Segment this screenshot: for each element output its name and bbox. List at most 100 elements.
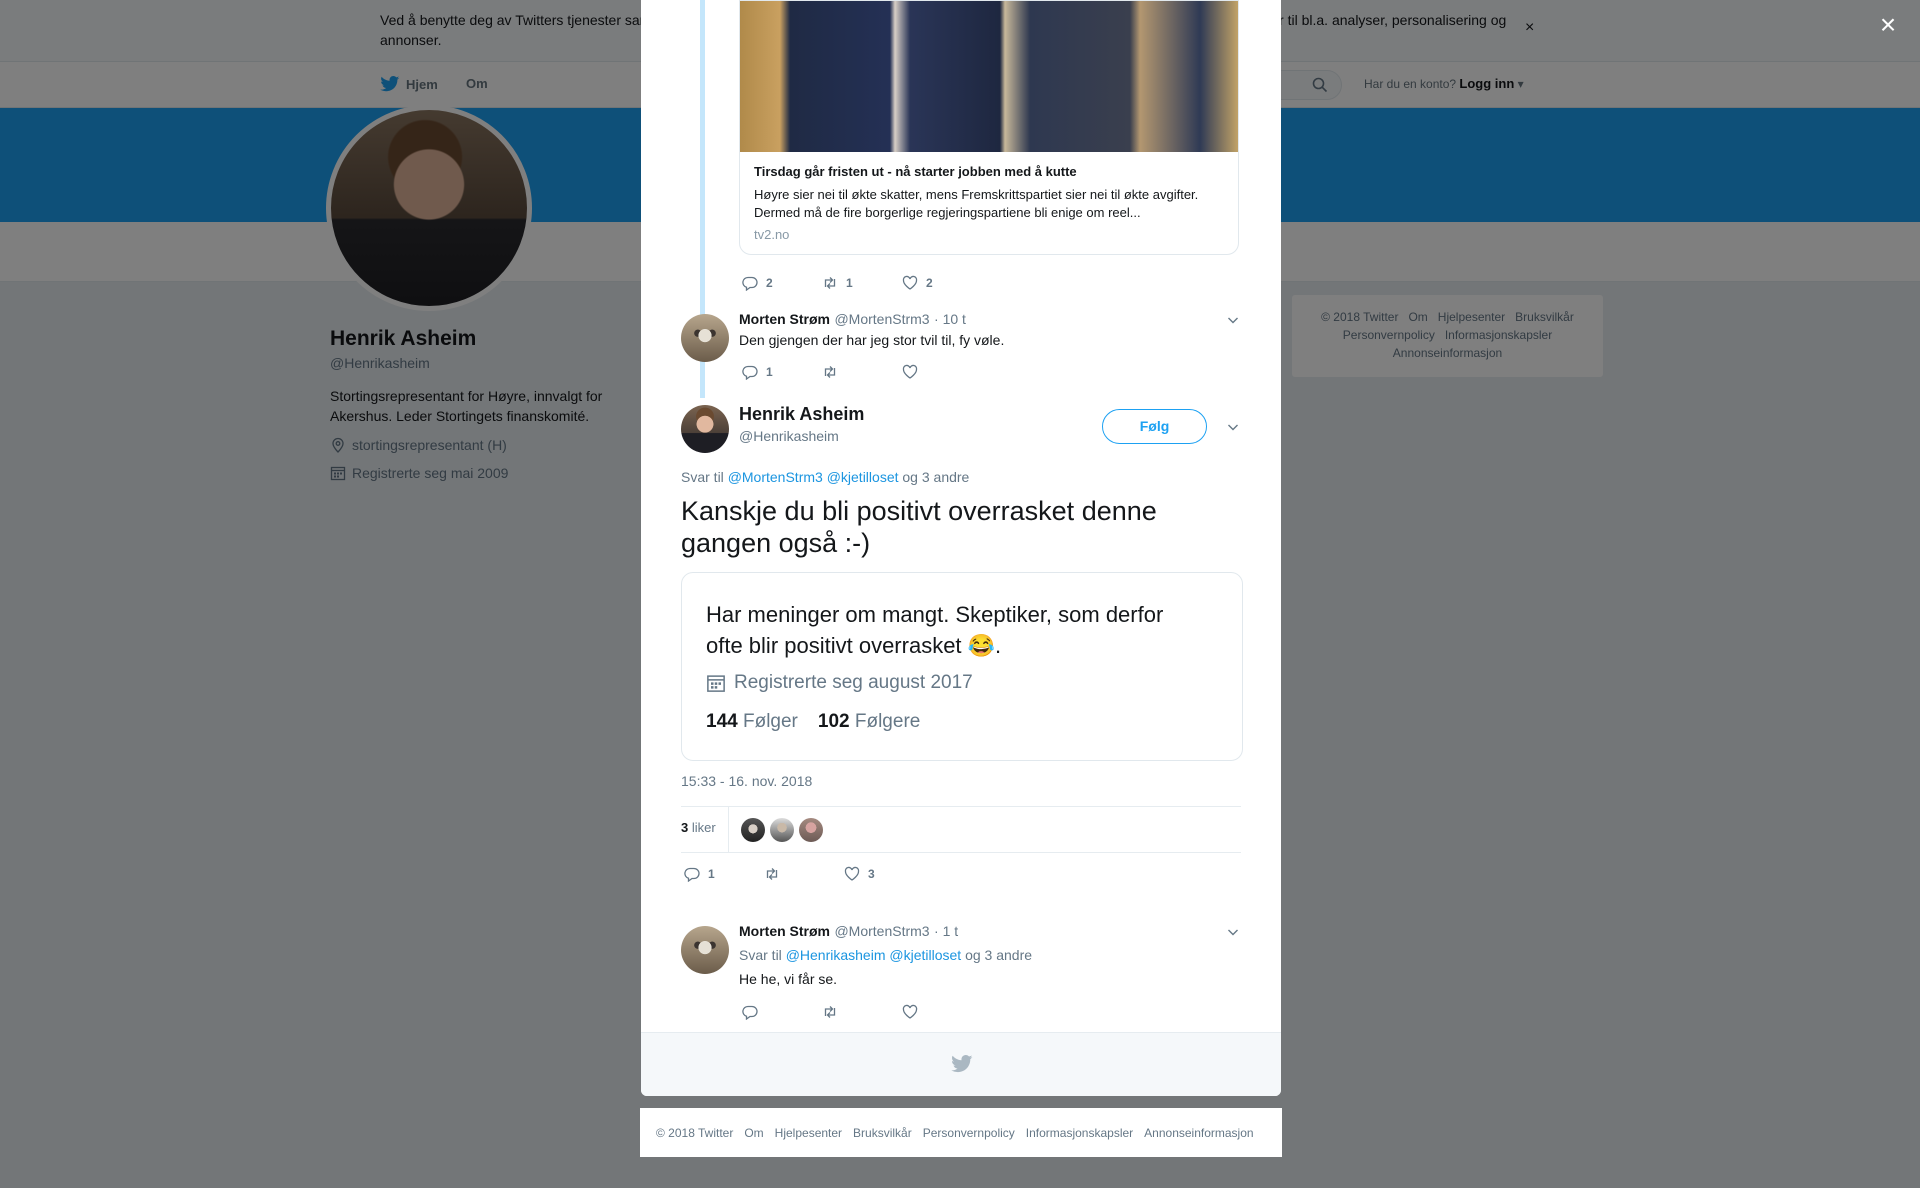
bottom-footer: © 2018 Twitter Om Hjelpesenter Bruksvilk… [640,1108,1282,1157]
like-button[interactable] [902,364,982,380]
like-button[interactable]: 3 [844,866,924,882]
footer-link-about[interactable]: Om [744,1126,763,1140]
image-following-label: Følger [742,711,798,732]
tweet-timestamp[interactable]: 15:33 - 16. nov. 2018 [681,773,812,789]
reply-header: Morten Strøm @MortenStrm3 · 10 t [739,311,966,329]
reply-time[interactable]: · 1 t [934,923,958,939]
main-author-handle[interactable]: @Henrikasheim [739,428,839,444]
liker-avatar[interactable] [741,818,765,842]
attached-image[interactable]: Har meninger om mangt. Skeptiker, som de… [681,572,1243,761]
retweet-button[interactable] [822,364,902,380]
heart-icon [902,275,918,290]
heart-icon [844,866,860,881]
reply-context-suffix[interactable]: og 3 andre [965,947,1032,963]
reply-text: He he, vi får se. [739,971,838,987]
image-bio-text: Har meninger om mangt. Skeptiker, som de… [706,602,1164,658]
reply-icon [742,365,758,380]
modal-footer [641,1032,1281,1096]
card-title: Tirsdag går fristen ut - nå starter jobb… [754,164,1077,179]
tweet-modal: Tirsdag går fristen ut - nå starter jobb… [641,0,1281,1096]
image-followers-label: Følgere [854,711,921,732]
reply-time[interactable]: · 10 t [934,311,966,327]
footer-link-privacy[interactable]: Personvernpolicy [923,1126,1015,1140]
likes-summary[interactable]: 3 liker [681,820,716,835]
avatar[interactable] [681,405,729,453]
reply-author-handle[interactable]: @MortenStrm3 [834,311,929,327]
mention-link[interactable]: @Henrikasheim [786,947,886,963]
reply-context: Svar til @Henrikasheim @kjetilloset og 3… [739,947,1032,963]
retweet-count: 1 [846,276,853,290]
retweet-button[interactable] [764,866,844,882]
reply-header: Morten Strøm @MortenStrm3 · 1 t [739,923,958,941]
card-description: Høyre sier nei til økte skatter, mens Fr… [754,187,1199,220]
link-card[interactable]: Tirsdag går fristen ut - nå starter jobb… [739,0,1239,255]
image-joined-text: Registrerte seg august 2017 [734,672,973,693]
reply-text: Den gjengen der har jeg stor tvil til, f… [739,332,1005,348]
main-tweet-actions: 1 3 [684,866,924,882]
image-joined: Registrerte seg august 2017 [706,672,973,694]
reply-button[interactable]: 2 [742,275,822,291]
retweet-icon [766,868,778,880]
reply-icon [684,867,700,882]
footer-link-terms[interactable]: Bruksvilkår [853,1126,912,1140]
retweet-button[interactable] [822,1004,902,1020]
chevron-down-icon[interactable] [1226,420,1240,434]
reply-context-suffix[interactable]: og 3 andre [902,469,969,485]
like-button[interactable] [902,1004,982,1020]
footer-link-help[interactable]: Hjelpesenter [775,1126,842,1140]
like-button[interactable]: 2 [902,275,982,291]
avatar[interactable] [681,926,729,974]
reply-context: Svar til @MortenStrm3 @kjetilloset og 3 … [681,469,969,485]
thread-line [700,360,705,398]
reply-author-name[interactable]: Morten Strøm [739,923,830,939]
liker-avatar[interactable] [770,818,794,842]
card-domain: tv2.no [754,227,790,242]
calendar-icon [707,675,725,692]
retweet-icon [824,366,836,378]
retweet-icon [824,277,836,289]
reply-count: 1 [766,365,773,379]
chevron-down-icon[interactable] [1226,313,1240,327]
main-tweet-text: Kanskje du bli positivt overrasket denne… [681,496,1157,558]
avatar[interactable] [681,314,729,362]
heart-icon [902,364,918,379]
retweet-icon [824,1006,836,1018]
twitter-bird-icon [951,1055,973,1073]
reply-count: 1 [708,867,715,881]
footer-link-cookies[interactable]: Informasjonskapsler [1026,1126,1133,1140]
reply-icon [742,276,758,291]
image-stats: 144 Følger 102 Følgere [706,711,920,733]
reply-button[interactable]: 1 [742,364,822,380]
reply-actions: 1 [742,364,982,380]
likes-bar: 3 liker [681,806,1241,853]
mention-link[interactable]: @kjetilloset [889,947,961,963]
image-followers-count: 102 [817,711,850,732]
reply-author-name[interactable]: Morten Strøm [739,311,830,327]
thread-line [700,0,705,318]
follow-button[interactable]: Følg [1102,409,1207,444]
image-following: 144 Følger [706,711,798,733]
like-count: 3 [868,867,875,881]
parent-tweet-actions: 2 1 2 [742,275,982,291]
footer-link-ads[interactable]: Annonseinformasjon [1144,1126,1253,1140]
chevron-down-icon[interactable] [1226,925,1240,939]
footer-copyright: © 2018 Twitter [656,1125,734,1140]
like-count: 2 [926,276,933,290]
main-author-name[interactable]: Henrik Asheim [739,404,864,425]
retweet-button[interactable]: 1 [822,275,902,291]
liker-avatar[interactable] [799,818,823,842]
reply-actions [742,1004,982,1020]
close-icon[interactable]: × [1873,10,1903,40]
mention-link[interactable]: @kjetilloset [827,469,899,485]
mention-link[interactable]: @MortenStrm3 [728,469,823,485]
reply-button[interactable]: 1 [684,866,764,882]
reply-context-prefix: Svar til [739,947,782,963]
image-following-count: 144 [706,711,738,732]
reply-button[interactable] [742,1004,822,1020]
divider [728,807,729,852]
reply-author-handle[interactable]: @MortenStrm3 [834,923,929,939]
likes-label: liker [691,820,716,835]
reply-icon [742,1005,758,1020]
image-followers: 102 Følgere [818,711,920,733]
likes-count: 3 [681,820,689,835]
